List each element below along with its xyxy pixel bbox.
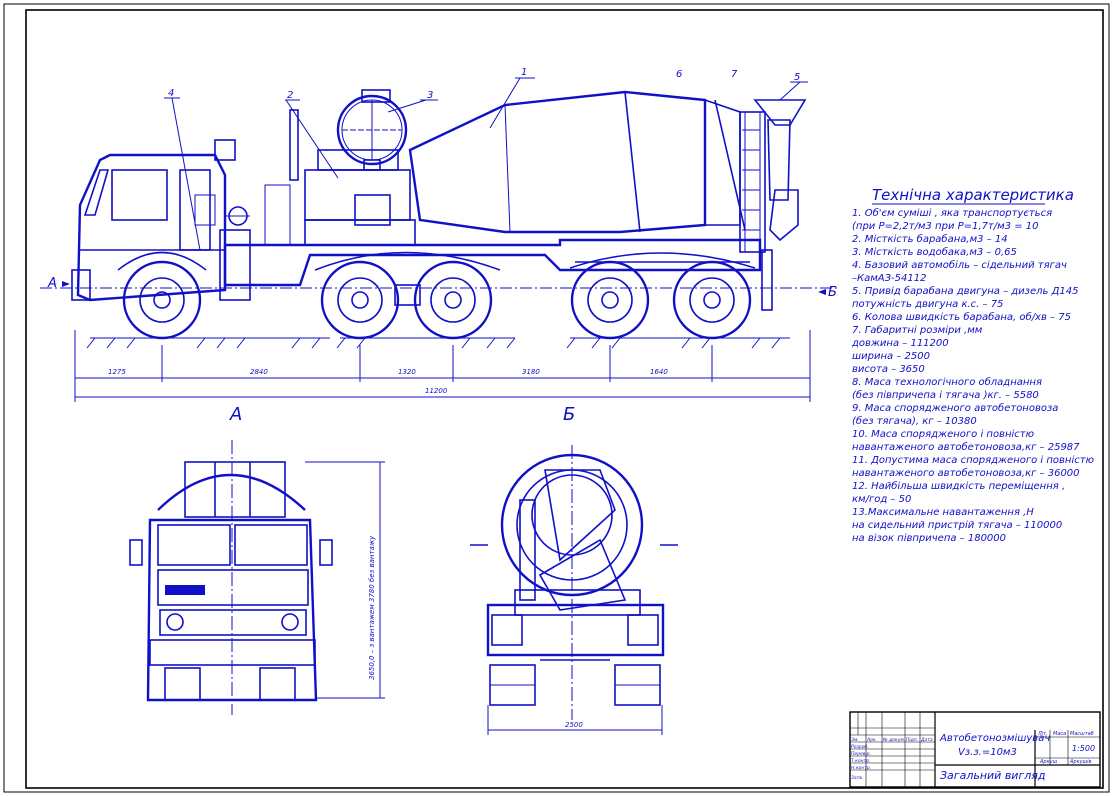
spec-line: (без тягача), кг – 10380 xyxy=(852,415,977,427)
dim-1320: 1320 xyxy=(398,368,416,376)
spec-line: –КамАЗ-54112 xyxy=(852,273,926,284)
dim-height: 3650,0 – з вантажем 3780 без вантажу xyxy=(368,535,376,680)
air-intake xyxy=(214,139,236,161)
ground-lines xyxy=(86,337,790,349)
spec-line: на візок півпричепа – 180000 xyxy=(852,532,1006,544)
spec-line: 2. Місткість барабана,м3 – 14 xyxy=(852,233,1008,245)
dim-2840: 2840 xyxy=(250,368,268,376)
grille xyxy=(159,609,307,636)
callouts: 4 2 3 1 6 7 5 xyxy=(164,67,808,251)
spec-line: км/год – 50 xyxy=(852,494,911,505)
spec-line: 11. Допустима маса спорядженого і повніс… xyxy=(852,454,1094,466)
view-label-a: А xyxy=(229,404,242,425)
dim-11200: 11200 xyxy=(425,387,448,395)
cab-window xyxy=(111,169,168,221)
spec-block: Технічна характеристика 1. Об'єм суміші … xyxy=(851,186,1094,544)
wheel-drive-2 xyxy=(413,260,493,340)
dim-3180: 3180 xyxy=(522,368,540,376)
callout-7: 7 xyxy=(731,69,738,80)
spec-line: 8. Маса технологічного обладнання xyxy=(852,376,1042,388)
spec-line: 6. Колова швидкість барабана, об/хв – 75 xyxy=(852,311,1071,323)
side-view: А Б 4 2 3 1 6 7 5 1275 2840 1320 3180 16… xyxy=(40,67,840,402)
cab-vent xyxy=(194,194,216,226)
tb-row-tcontr: Т.контр. xyxy=(851,758,871,764)
wheel-trailer-2 xyxy=(672,260,752,340)
tb-scale-label: Масштаб xyxy=(1070,731,1094,737)
tb-view: Загальний вигляд xyxy=(940,769,1045,782)
water-tank xyxy=(336,89,408,171)
callout-3: 3 xyxy=(427,90,433,101)
exhaust-pipe xyxy=(289,109,299,181)
tb-sheet: Аркуш xyxy=(1039,759,1058,765)
title-block: Зм. Арк. № докум. Підп. Дата Розроб. Пер… xyxy=(849,711,1101,788)
callout-4: 4 xyxy=(168,88,174,99)
callout-5: 5 xyxy=(794,72,800,83)
view-label-b: Б xyxy=(563,404,575,425)
dim-1275: 1275 xyxy=(108,368,126,376)
rear-view: 2500 xyxy=(470,445,678,735)
drawing-sheet: А Б 4 2 3 1 6 7 5 1275 2840 1320 3180 16… xyxy=(3,3,1110,793)
tb-row-ncontr: Н.контр. xyxy=(851,765,871,771)
tb-lit: Літ. xyxy=(1037,731,1048,737)
section-mark-a-left: А xyxy=(47,276,57,291)
spec-line: 12. Найбільша швидкість переміщення , xyxy=(852,480,1065,492)
spec-line: 1. Об'єм суміші , яка транспортується xyxy=(852,207,1052,219)
spec-line: 13.Максимальне навантаження ,Н xyxy=(852,507,1034,518)
spec-line: потужність двигуна к.с. – 75 xyxy=(852,298,1003,310)
front-view: 3650,0 – з вантажем 3780 без вантажу xyxy=(129,440,385,715)
tb-scale: 1:500 xyxy=(1072,744,1095,753)
spec-line: навантаженого автобетоновоза,кг – 36000 xyxy=(852,467,1080,479)
wheels xyxy=(117,251,756,340)
spec-line: 4. Базовий автомобіль – сідельний тягач xyxy=(852,259,1067,271)
spec-lines: 1. Об'єм суміші , яка транспортується (п… xyxy=(851,207,1094,544)
tb-row-check: Перевір. xyxy=(851,751,871,757)
spec-line: 3. Місткість водобака,м3 – 0,65 xyxy=(852,246,1017,258)
front-windshield-left xyxy=(157,524,231,566)
spec-line: (без півпричепа і тягача )кг. – 5580 xyxy=(852,389,1039,401)
section-mark-b-right: Б xyxy=(828,285,837,300)
tb-col-sign: Підп. xyxy=(906,737,918,743)
tb-title: Автобетонозмішувач xyxy=(939,732,1050,744)
spec-line: висота – 3650 xyxy=(852,364,925,375)
callout-2: 2 xyxy=(287,90,293,101)
tb-col-ark: Арк. xyxy=(866,737,877,743)
spec-line: довжина – 111200 xyxy=(851,338,949,349)
callout-1: 1 xyxy=(521,67,527,78)
callout-6: 6 xyxy=(676,69,682,80)
cab-body xyxy=(76,153,227,302)
mirror-left xyxy=(129,539,143,566)
dim-rear-width: 2500 xyxy=(565,721,583,729)
windshield xyxy=(83,169,110,216)
tb-row-dev: Розроб. xyxy=(851,744,869,750)
tb-col-doc: № докум. xyxy=(882,737,905,743)
side-dimensions: 1275 2840 1320 3180 1640 11200 xyxy=(74,330,811,402)
wheel-trailer-1 xyxy=(570,260,650,340)
tb-col-date: Дата xyxy=(920,737,933,743)
spec-line: на сидельний пристрій тягача – 110000 xyxy=(852,519,1062,531)
spec-line: 7. Габаритні розміри ,мм xyxy=(852,324,983,336)
spec-title: Технічна характеристика xyxy=(872,186,1074,204)
mixer-drum xyxy=(408,90,746,234)
spec-line: 9. Маса спорядженого автобетоновоза xyxy=(852,402,1058,414)
tb-row-approve: Затв. xyxy=(851,775,863,781)
spec-line: 5. Привід барабана двигуна – дизель Д145 xyxy=(852,285,1079,297)
tb-col-zm: Зм. xyxy=(851,737,859,743)
spec-line: (при P=2,2т/м3 при P=1,7т/м3 = 10 xyxy=(852,221,1039,232)
mirror-right xyxy=(319,539,333,566)
spec-line: навантаженого автобетоновоза,кг – 25987 xyxy=(852,441,1080,453)
spec-line: ширина – 2500 xyxy=(852,351,930,362)
wheel-drive-1 xyxy=(320,260,400,340)
tb-volume: Vз.з.=10м3 xyxy=(958,747,1017,758)
dim-1640: 1640 xyxy=(650,368,668,376)
tb-mass: Маса xyxy=(1053,731,1066,737)
front-windshield-right xyxy=(234,524,308,566)
spec-line: 10. Маса спорядженого і повністю xyxy=(852,428,1034,440)
rear-hopper xyxy=(739,99,807,311)
tb-sheets: Аркушів xyxy=(1069,759,1092,765)
